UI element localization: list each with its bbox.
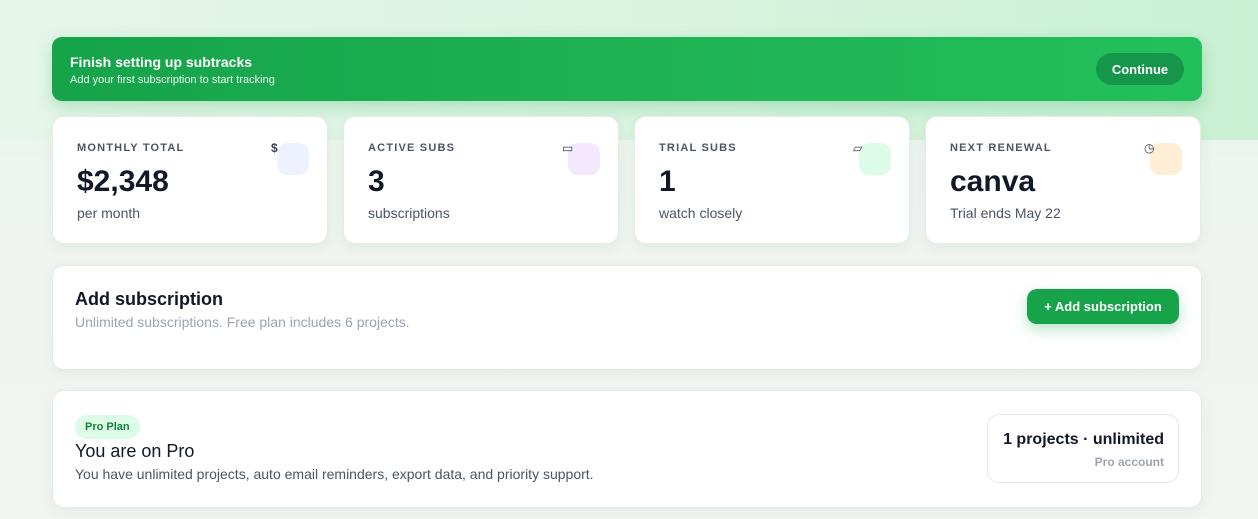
stat-card-active-subs: ACTIVE SUBS 3 subscriptions ▭ [343, 116, 619, 244]
clock-glyph: ◷ [1144, 141, 1155, 155]
stat-label: ACTIVE SUBS [368, 142, 456, 154]
plan-title: You are on Pro [75, 441, 195, 461]
add-subscription-subtitle: Unlimited subscriptions. Free plan inclu… [75, 314, 410, 330]
card-glyph: ▭ [562, 141, 574, 155]
add-subscription-button[interactable]: + Add subscription [1027, 289, 1179, 324]
stat-label: MONTHLY TOTAL [77, 142, 185, 154]
continue-button[interactable]: Continue [1096, 53, 1184, 85]
stat-label: TRIAL SUBS [659, 142, 737, 154]
ticket-icon: ▱ [853, 141, 891, 175]
stat-label: NEXT RENEWAL [950, 142, 1052, 154]
plan-card: Pro Plan You are on Pro You have unlimit… [52, 390, 1202, 508]
banner-title: Finish setting up subtracks [70, 54, 253, 70]
stat-value: 3 [368, 165, 385, 198]
stat-subtext: watch closely [659, 205, 743, 221]
plan-usage-text: 1 projects · unlimited [1003, 431, 1164, 448]
stat-subtext: Trial ends May 22 [950, 205, 1061, 221]
dollar-glyph: $ [271, 141, 278, 155]
dollar-icon: $ [271, 141, 309, 175]
stat-card-trial-subs: TRIAL SUBS 1 watch closely ▱ [634, 116, 910, 244]
plan-badge: Pro Plan [75, 415, 140, 439]
stat-subtext: subscriptions [368, 205, 450, 221]
stat-subtext: per month [77, 205, 141, 221]
ticket-glyph: ▱ [853, 141, 863, 155]
stat-card-monthly-total: MONTHLY TOTAL $2,348 per month $ [52, 116, 328, 244]
clock-icon: ◷ [1144, 141, 1182, 175]
plan-account-type: Pro account [1094, 455, 1164, 469]
banner-subtitle: Add your first subscription to start tra… [70, 74, 275, 86]
plan-subtitle: You have unlimited projects, auto email … [75, 466, 594, 482]
stat-value: 1 [659, 165, 676, 198]
stat-value: canva [950, 165, 1036, 198]
add-subscription-card: Add subscription Unlimited subscriptions… [52, 265, 1202, 370]
stat-card-next-renewal: NEXT RENEWAL canva Trial ends May 22 ◷ [925, 116, 1201, 244]
card-icon: ▭ [562, 141, 600, 175]
setup-banner: Finish setting up subtracks Add your fir… [52, 37, 1202, 101]
plan-usage-box: 1 projects · unlimited Pro account [987, 414, 1179, 483]
stat-value: $2,348 [77, 165, 169, 198]
add-subscription-title: Add subscription [75, 289, 223, 309]
